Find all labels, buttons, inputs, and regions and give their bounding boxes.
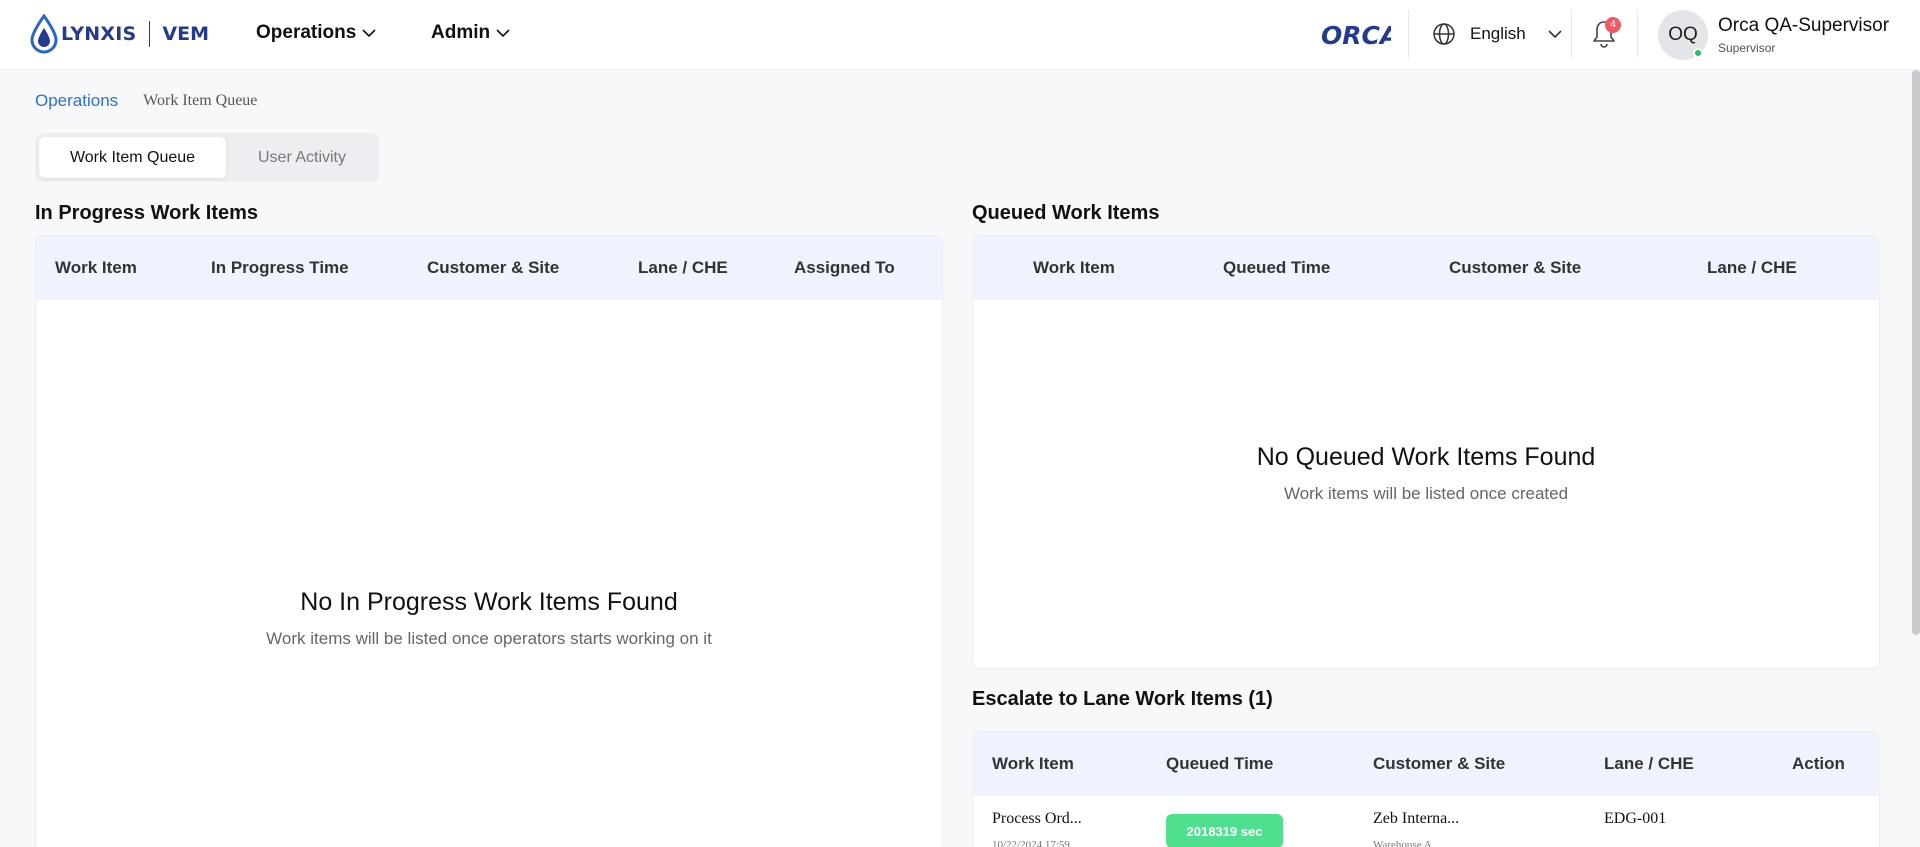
lynxis-vem-logo[interactable]: LYNXIS VEM: [28, 14, 209, 54]
breadcrumb-link-operations[interactable]: Operations: [35, 91, 118, 111]
empty-state-subtitle: Work items will be listed once operators…: [266, 629, 712, 648]
brand-name: LYNXIS: [61, 23, 137, 45]
header-divider: [1637, 10, 1638, 58]
column-header[interactable]: Work Item: [992, 754, 1074, 774]
in-progress-title: In Progress Work Items: [35, 202, 259, 224]
logo-divider: [149, 21, 151, 47]
chevron-down-icon: [1548, 29, 1562, 38]
column-header[interactable]: Customer & Site: [1449, 258, 1581, 278]
column-header[interactable]: Lane / CHE: [1604, 754, 1694, 774]
work-item-name[interactable]: Process Ord...: [992, 810, 1082, 828]
column-header[interactable]: Customer & Site: [427, 258, 559, 278]
column-header[interactable]: Action: [1792, 754, 1845, 774]
queued-table: Work Item Queued Time Customer & Site La…: [972, 235, 1880, 669]
notification-badge: 4: [1605, 17, 1621, 33]
queued-title: Queued Work Items: [972, 202, 1160, 224]
chevron-down-icon: [496, 28, 510, 37]
chevron-down-icon: [362, 28, 376, 37]
nav-menu-label: Admin: [431, 22, 491, 43]
column-header[interactable]: Work Item: [1033, 258, 1115, 278]
table-header: Work Item Queued Time Customer & Site La…: [973, 236, 1879, 300]
user-name[interactable]: Orca QA-Supervisor: [1718, 15, 1889, 37]
language-selector[interactable]: English: [1432, 22, 1562, 46]
in-progress-table: Work Item In Progress Time Customer & Si…: [35, 235, 943, 847]
view-tabs: Work Item Queue User Activity: [35, 133, 379, 182]
breadcrumb-current: Work Item Queue: [143, 92, 258, 109]
queued-time-badge: 2018319 sec: [1166, 814, 1283, 847]
breadcrumb: Operations Work Item Queue: [35, 91, 257, 111]
column-header[interactable]: Queued Time: [1223, 258, 1330, 278]
tab-user-activity[interactable]: User Activity: [229, 137, 375, 178]
nav-menu-admin[interactable]: Admin: [431, 22, 510, 44]
table-header: Work Item In Progress Time Customer & Si…: [36, 236, 942, 300]
escalate-title: Escalate to Lane Work Items (1): [972, 688, 1273, 710]
top-navigation-bar: LYNXIS VEM Operations Admin ORCA English…: [0, 0, 1920, 70]
orca-partner-logo: ORCA: [1321, 21, 1391, 50]
column-header[interactable]: In Progress Time: [211, 258, 349, 278]
escalate-table: Work Item Queued Time Customer & Site La…: [972, 731, 1880, 847]
header-divider: [1408, 10, 1409, 58]
column-header[interactable]: Work Item: [55, 258, 137, 278]
work-item-timestamp: 10/22/2024 17:59: [992, 839, 1070, 847]
queued-time-value: 2018319 sec: [1186, 823, 1263, 839]
header-divider: [1571, 10, 1572, 58]
column-header[interactable]: Queued Time: [1166, 754, 1273, 774]
lynxis-drop-icon: [30, 14, 58, 54]
orca-logo-text: ORCA: [1321, 21, 1391, 50]
language-label: English: [1470, 24, 1526, 43]
nav-menu-operations[interactable]: Operations: [256, 22, 376, 44]
empty-state-title: No Queued Work Items Found: [1256, 443, 1596, 471]
product-name: VEM: [162, 23, 210, 45]
page-scrollbar[interactable]: [1912, 70, 1920, 635]
table-header: Work Item Queued Time Customer & Site La…: [973, 732, 1879, 796]
column-header[interactable]: Lane / CHE: [638, 258, 728, 278]
column-header[interactable]: Customer & Site: [1373, 754, 1505, 774]
user-role: Supervisor: [1718, 41, 1776, 55]
column-header[interactable]: Assigned To: [794, 258, 895, 278]
globe-icon: [1433, 23, 1455, 45]
lane-che: EDG-001: [1604, 810, 1667, 827]
site-name: Warehouse A: [1373, 839, 1432, 847]
customer-name: Zeb Interna...: [1373, 810, 1460, 827]
tab-work-item-queue[interactable]: Work Item Queue: [39, 137, 226, 178]
empty-state-subtitle: Work items will be listed once created: [1283, 484, 1569, 503]
empty-state-title: No In Progress Work Items Found: [300, 588, 678, 616]
column-header[interactable]: Lane / CHE: [1707, 258, 1797, 278]
nav-menu-label: Operations: [256, 22, 357, 43]
avatar-initials: OQ: [1668, 24, 1698, 45]
online-status-dot: [1693, 48, 1703, 58]
